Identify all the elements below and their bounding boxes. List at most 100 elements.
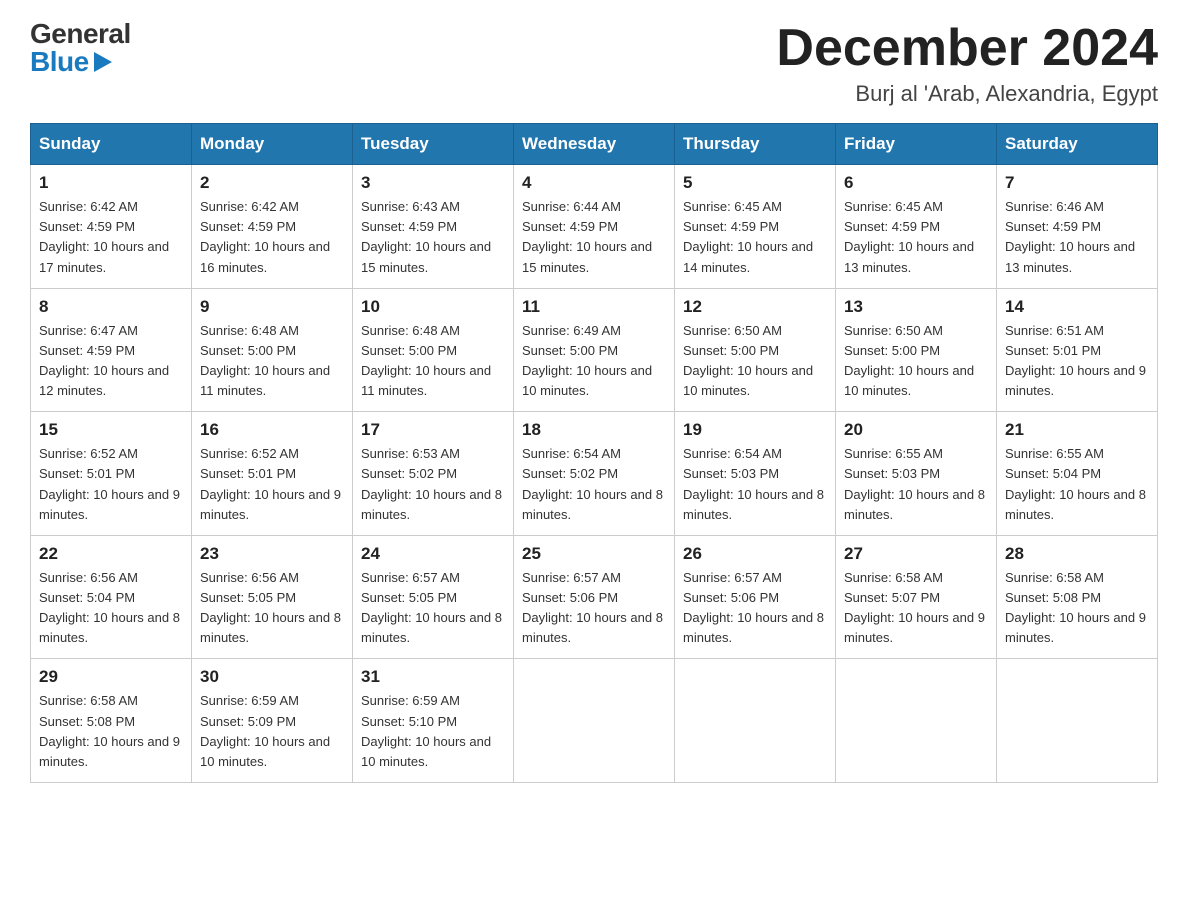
day-number: 27 [844,544,988,564]
day-number: 17 [361,420,505,440]
day-number: 11 [522,297,666,317]
calendar-day-cell: 16 Sunrise: 6:52 AMSunset: 5:01 PMDaylig… [192,412,353,536]
day-info: Sunrise: 6:58 AMSunset: 5:08 PMDaylight:… [39,693,180,768]
day-info: Sunrise: 6:55 AMSunset: 5:04 PMDaylight:… [1005,446,1146,521]
day-info: Sunrise: 6:59 AMSunset: 5:09 PMDaylight:… [200,693,330,768]
calendar-day-cell: 7 Sunrise: 6:46 AMSunset: 4:59 PMDayligh… [997,165,1158,289]
calendar-day-cell: 17 Sunrise: 6:53 AMSunset: 5:02 PMDaylig… [353,412,514,536]
title-area: December 2024 Burj al 'Arab, Alexandria,… [776,20,1158,107]
calendar-day-cell: 27 Sunrise: 6:58 AMSunset: 5:07 PMDaylig… [836,535,997,659]
day-info: Sunrise: 6:42 AMSunset: 4:59 PMDaylight:… [200,199,330,274]
calendar-week-row: 15 Sunrise: 6:52 AMSunset: 5:01 PMDaylig… [31,412,1158,536]
calendar-week-row: 22 Sunrise: 6:56 AMSunset: 5:04 PMDaylig… [31,535,1158,659]
day-info: Sunrise: 6:46 AMSunset: 4:59 PMDaylight:… [1005,199,1135,274]
calendar-day-cell: 26 Sunrise: 6:57 AMSunset: 5:06 PMDaylig… [675,535,836,659]
day-number: 30 [200,667,344,687]
calendar-day-cell: 12 Sunrise: 6:50 AMSunset: 5:00 PMDaylig… [675,288,836,412]
day-of-week-header: Sunday [31,124,192,165]
day-number: 31 [361,667,505,687]
calendar-day-cell [675,659,836,783]
day-number: 7 [1005,173,1149,193]
day-info: Sunrise: 6:57 AMSunset: 5:06 PMDaylight:… [522,570,663,645]
day-of-week-header: Friday [836,124,997,165]
calendar-day-cell [514,659,675,783]
day-number: 21 [1005,420,1149,440]
calendar-day-cell: 20 Sunrise: 6:55 AMSunset: 5:03 PMDaylig… [836,412,997,536]
calendar-day-cell: 18 Sunrise: 6:54 AMSunset: 5:02 PMDaylig… [514,412,675,536]
day-number: 16 [200,420,344,440]
day-info: Sunrise: 6:42 AMSunset: 4:59 PMDaylight:… [39,199,169,274]
month-title: December 2024 [776,20,1158,77]
day-info: Sunrise: 6:51 AMSunset: 5:01 PMDaylight:… [1005,323,1146,398]
calendar-day-cell: 10 Sunrise: 6:48 AMSunset: 5:00 PMDaylig… [353,288,514,412]
day-number: 19 [683,420,827,440]
day-info: Sunrise: 6:50 AMSunset: 5:00 PMDaylight:… [683,323,813,398]
day-number: 28 [1005,544,1149,564]
calendar-day-cell: 25 Sunrise: 6:57 AMSunset: 5:06 PMDaylig… [514,535,675,659]
day-number: 26 [683,544,827,564]
day-info: Sunrise: 6:53 AMSunset: 5:02 PMDaylight:… [361,446,502,521]
day-number: 2 [200,173,344,193]
day-info: Sunrise: 6:49 AMSunset: 5:00 PMDaylight:… [522,323,652,398]
day-number: 29 [39,667,183,687]
day-info: Sunrise: 6:56 AMSunset: 5:04 PMDaylight:… [39,570,180,645]
day-number: 5 [683,173,827,193]
day-info: Sunrise: 6:54 AMSunset: 5:02 PMDaylight:… [522,446,663,521]
day-of-week-header: Thursday [675,124,836,165]
day-info: Sunrise: 6:45 AMSunset: 4:59 PMDaylight:… [844,199,974,274]
calendar-day-cell: 15 Sunrise: 6:52 AMSunset: 5:01 PMDaylig… [31,412,192,536]
day-info: Sunrise: 6:58 AMSunset: 5:07 PMDaylight:… [844,570,985,645]
calendar-day-cell: 4 Sunrise: 6:44 AMSunset: 4:59 PMDayligh… [514,165,675,289]
calendar-day-cell: 6 Sunrise: 6:45 AMSunset: 4:59 PMDayligh… [836,165,997,289]
day-info: Sunrise: 6:59 AMSunset: 5:10 PMDaylight:… [361,693,491,768]
day-number: 3 [361,173,505,193]
day-info: Sunrise: 6:50 AMSunset: 5:00 PMDaylight:… [844,323,974,398]
day-of-week-header: Monday [192,124,353,165]
logo-triangle-icon [94,52,112,72]
day-info: Sunrise: 6:57 AMSunset: 5:06 PMDaylight:… [683,570,824,645]
calendar-day-cell: 19 Sunrise: 6:54 AMSunset: 5:03 PMDaylig… [675,412,836,536]
calendar-day-cell: 21 Sunrise: 6:55 AMSunset: 5:04 PMDaylig… [997,412,1158,536]
day-number: 24 [361,544,505,564]
day-info: Sunrise: 6:48 AMSunset: 5:00 PMDaylight:… [200,323,330,398]
calendar-header-row: SundayMondayTuesdayWednesdayThursdayFrid… [31,124,1158,165]
day-number: 25 [522,544,666,564]
location-subtitle: Burj al 'Arab, Alexandria, Egypt [776,81,1158,107]
day-info: Sunrise: 6:55 AMSunset: 5:03 PMDaylight:… [844,446,985,521]
logo-blue-text: Blue [30,48,113,76]
calendar-day-cell [997,659,1158,783]
calendar-week-row: 29 Sunrise: 6:58 AMSunset: 5:08 PMDaylig… [31,659,1158,783]
logo-general-text: General [30,20,131,48]
calendar-day-cell: 29 Sunrise: 6:58 AMSunset: 5:08 PMDaylig… [31,659,192,783]
day-number: 18 [522,420,666,440]
logo: General Blue [30,20,131,76]
calendar-table: SundayMondayTuesdayWednesdayThursdayFrid… [30,123,1158,783]
calendar-day-cell: 31 Sunrise: 6:59 AMSunset: 5:10 PMDaylig… [353,659,514,783]
calendar-day-cell: 14 Sunrise: 6:51 AMSunset: 5:01 PMDaylig… [997,288,1158,412]
calendar-day-cell: 1 Sunrise: 6:42 AMSunset: 4:59 PMDayligh… [31,165,192,289]
day-number: 1 [39,173,183,193]
calendar-day-cell: 30 Sunrise: 6:59 AMSunset: 5:09 PMDaylig… [192,659,353,783]
day-info: Sunrise: 6:52 AMSunset: 5:01 PMDaylight:… [39,446,180,521]
calendar-day-cell: 5 Sunrise: 6:45 AMSunset: 4:59 PMDayligh… [675,165,836,289]
day-of-week-header: Wednesday [514,124,675,165]
calendar-day-cell: 2 Sunrise: 6:42 AMSunset: 4:59 PMDayligh… [192,165,353,289]
day-number: 23 [200,544,344,564]
day-number: 15 [39,420,183,440]
day-number: 4 [522,173,666,193]
calendar-week-row: 1 Sunrise: 6:42 AMSunset: 4:59 PMDayligh… [31,165,1158,289]
calendar-day-cell: 23 Sunrise: 6:56 AMSunset: 5:05 PMDaylig… [192,535,353,659]
calendar-day-cell: 24 Sunrise: 6:57 AMSunset: 5:05 PMDaylig… [353,535,514,659]
day-number: 14 [1005,297,1149,317]
day-number: 12 [683,297,827,317]
calendar-day-cell: 8 Sunrise: 6:47 AMSunset: 4:59 PMDayligh… [31,288,192,412]
day-of-week-header: Tuesday [353,124,514,165]
day-info: Sunrise: 6:58 AMSunset: 5:08 PMDaylight:… [1005,570,1146,645]
day-info: Sunrise: 6:52 AMSunset: 5:01 PMDaylight:… [200,446,341,521]
calendar-day-cell: 28 Sunrise: 6:58 AMSunset: 5:08 PMDaylig… [997,535,1158,659]
day-info: Sunrise: 6:44 AMSunset: 4:59 PMDaylight:… [522,199,652,274]
calendar-week-row: 8 Sunrise: 6:47 AMSunset: 4:59 PMDayligh… [31,288,1158,412]
day-number: 13 [844,297,988,317]
calendar-day-cell: 22 Sunrise: 6:56 AMSunset: 5:04 PMDaylig… [31,535,192,659]
day-number: 9 [200,297,344,317]
